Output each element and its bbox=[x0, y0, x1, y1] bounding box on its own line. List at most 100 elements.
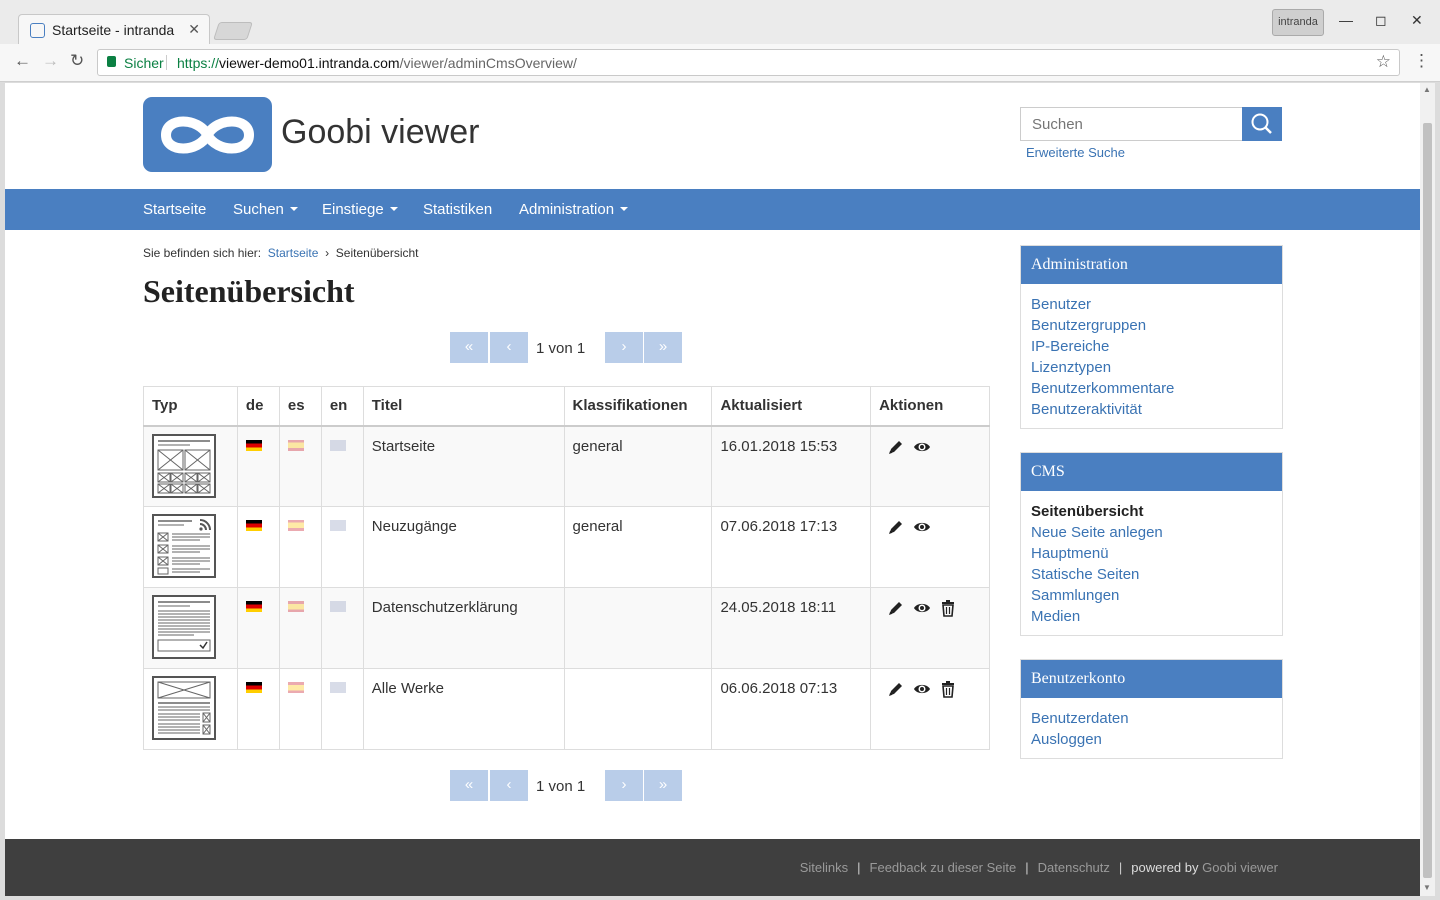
footer-sitelinks-link[interactable]: Sitelinks bbox=[800, 860, 848, 875]
sidebar-item-medien[interactable]: Medien bbox=[1031, 606, 1272, 627]
title-cell: Neuzugänge bbox=[362, 506, 565, 588]
breadcrumb-prefix: Sie befinden sich hier: bbox=[143, 246, 262, 260]
tab-close-icon[interactable]: ✕ bbox=[188, 21, 200, 38]
scrollbar-thumb[interactable] bbox=[1423, 123, 1432, 878]
grid-template-icon bbox=[152, 433, 216, 498]
nav-statistiken[interactable]: Statistiken bbox=[423, 201, 492, 218]
lang-en-cell bbox=[320, 668, 364, 750]
page-scrollbar[interactable]: ▲ ▼ bbox=[1420, 83, 1435, 896]
eye-icon[interactable] bbox=[913, 680, 931, 698]
minimize-icon[interactable]: — bbox=[1339, 12, 1353, 28]
prev-page-button[interactable]: ‹ bbox=[490, 770, 528, 801]
updated-cell: 24.05.2018 18:11 bbox=[711, 587, 872, 669]
classification-cell: general bbox=[563, 425, 713, 507]
search-input[interactable] bbox=[1020, 107, 1243, 141]
flag-de-icon bbox=[245, 682, 262, 693]
new-tab-button[interactable] bbox=[213, 22, 253, 40]
col-header-title: Titel bbox=[362, 386, 565, 427]
col-header-updated: Aktualisiert bbox=[711, 386, 872, 427]
sidebar-item-benutzeraktivitaet[interactable]: Benutzeraktivität bbox=[1031, 399, 1272, 420]
trash-icon[interactable] bbox=[939, 599, 957, 617]
last-page-button[interactable]: » bbox=[644, 332, 682, 363]
forward-arrow-icon[interactable]: → bbox=[42, 51, 59, 71]
type-cell bbox=[143, 506, 238, 588]
cms-widget: CMS Seitenübersicht Neue Seite anlegen H… bbox=[1020, 452, 1283, 636]
breadcrumb-home-link[interactable]: Startseite bbox=[268, 246, 319, 260]
eye-icon[interactable] bbox=[913, 438, 931, 456]
nav-label: Administration bbox=[519, 201, 615, 218]
scroll-down-icon[interactable]: ▼ bbox=[1423, 883, 1431, 892]
next-page-button[interactable]: › bbox=[605, 332, 643, 363]
sidebar-item-benutzer[interactable]: Benutzer bbox=[1031, 294, 1272, 315]
first-page-button[interactable]: « bbox=[450, 770, 488, 801]
address-bar[interactable]: Sicher https://viewer-demo01.intranda.co… bbox=[97, 49, 1400, 76]
sidebar-item-sammlungen[interactable]: Sammlungen bbox=[1031, 585, 1272, 606]
reload-icon[interactable]: ↻ bbox=[70, 51, 84, 71]
pencil-icon[interactable] bbox=[887, 438, 905, 456]
goobi-logo[interactable] bbox=[143, 97, 272, 172]
col-header-classifications: Klassifikationen bbox=[563, 386, 713, 427]
nav-startseite[interactable]: Startseite bbox=[143, 201, 206, 218]
sidebar-item-neue-seite[interactable]: Neue Seite anlegen bbox=[1031, 522, 1272, 543]
lang-es-cell bbox=[278, 425, 322, 507]
next-page-button[interactable]: › bbox=[605, 770, 643, 801]
page-viewport: Goobi viewer Erweiterte Suche Startseite… bbox=[5, 83, 1420, 896]
profile-button[interactable]: intranda bbox=[1272, 9, 1324, 36]
sidebar-item-statische-seiten[interactable]: Statische Seiten bbox=[1031, 564, 1272, 585]
lang-en-cell bbox=[320, 587, 364, 669]
browser-menu-icon[interactable]: ⋮ bbox=[1413, 51, 1430, 71]
sidebar-item-benutzerdaten[interactable]: Benutzerdaten bbox=[1031, 708, 1272, 729]
trash-icon[interactable] bbox=[939, 680, 957, 698]
sidebar-item-seitenuebersicht[interactable]: Seitenübersicht bbox=[1031, 501, 1272, 522]
sidebar-item-benutzergruppen[interactable]: Benutzergruppen bbox=[1031, 315, 1272, 336]
first-page-button[interactable]: « bbox=[450, 332, 488, 363]
lang-de-cell bbox=[236, 668, 280, 750]
eye-icon[interactable] bbox=[913, 599, 931, 617]
nav-suchen[interactable]: Suchen bbox=[233, 201, 298, 218]
table-row: Alle Werke 06.06.2018 07:13 bbox=[143, 668, 990, 750]
nav-label: Startseite bbox=[143, 201, 207, 218]
url-text[interactable]: https://viewer-demo01.intranda.com/viewe… bbox=[177, 55, 577, 71]
omnibox-divider bbox=[166, 55, 167, 70]
flag-uk-icon bbox=[329, 682, 346, 693]
footer-feedback-link[interactable]: Feedback zu dieser Seite bbox=[870, 860, 1017, 875]
sidebar-item-lizenztypen[interactable]: Lizenztypen bbox=[1031, 357, 1272, 378]
nav-einstiege[interactable]: Einstiege bbox=[322, 201, 398, 218]
pencil-icon[interactable] bbox=[887, 518, 905, 536]
rss-list-template-icon bbox=[152, 514, 216, 578]
infinity-logo-icon bbox=[160, 116, 255, 154]
eye-icon[interactable] bbox=[913, 518, 931, 536]
prev-page-button[interactable]: ‹ bbox=[490, 332, 528, 363]
pencil-icon[interactable] bbox=[887, 599, 905, 617]
actions-cell bbox=[870, 668, 990, 750]
sidebar-item-ip-bereiche[interactable]: IP-Bereiche bbox=[1031, 336, 1272, 357]
sidebar-item-ausloggen[interactable]: Ausloggen bbox=[1031, 729, 1272, 750]
nav-administration[interactable]: Administration bbox=[519, 201, 629, 218]
pencil-icon[interactable] bbox=[887, 680, 905, 698]
page-status: 1 von 1 bbox=[536, 340, 586, 357]
sidebar-item-benutzerkommentare[interactable]: Benutzerkommentare bbox=[1031, 378, 1272, 399]
last-page-button[interactable]: » bbox=[644, 770, 682, 801]
updated-cell: 16.01.2018 15:53 bbox=[711, 425, 872, 507]
window-close-icon[interactable]: ✕ bbox=[1411, 12, 1423, 29]
footer-separator: | bbox=[857, 860, 861, 875]
flag-uk-icon bbox=[329, 601, 346, 612]
caret-down-icon bbox=[389, 207, 398, 211]
sidebar-item-hauptmenue[interactable]: Hauptmenü bbox=[1031, 543, 1272, 564]
nav-label: Suchen bbox=[233, 201, 284, 218]
lang-de-cell bbox=[236, 506, 280, 588]
browser-tab[interactable]: Startseite - intranda ✕ bbox=[18, 14, 210, 44]
widget-title: Administration bbox=[1021, 246, 1282, 284]
maximize-icon[interactable]: ◻ bbox=[1375, 12, 1387, 29]
search-button[interactable] bbox=[1242, 107, 1282, 141]
caret-down-icon bbox=[620, 207, 629, 211]
table-row: Neuzugänge general 07.06.2018 17:13 bbox=[143, 506, 990, 588]
type-cell bbox=[143, 587, 238, 669]
footer-privacy-link[interactable]: Datenschutz bbox=[1038, 860, 1110, 875]
scroll-up-icon[interactable]: ▲ bbox=[1423, 85, 1431, 94]
footer-goobi-link[interactable]: Goobi viewer bbox=[1202, 860, 1278, 875]
bookmark-star-icon[interactable]: ☆ bbox=[1376, 52, 1391, 72]
advanced-search-link[interactable]: Erweiterte Suche bbox=[1026, 145, 1125, 160]
back-arrow-icon[interactable]: ← bbox=[14, 51, 31, 71]
logo-text[interactable]: Goobi viewer bbox=[281, 113, 479, 152]
